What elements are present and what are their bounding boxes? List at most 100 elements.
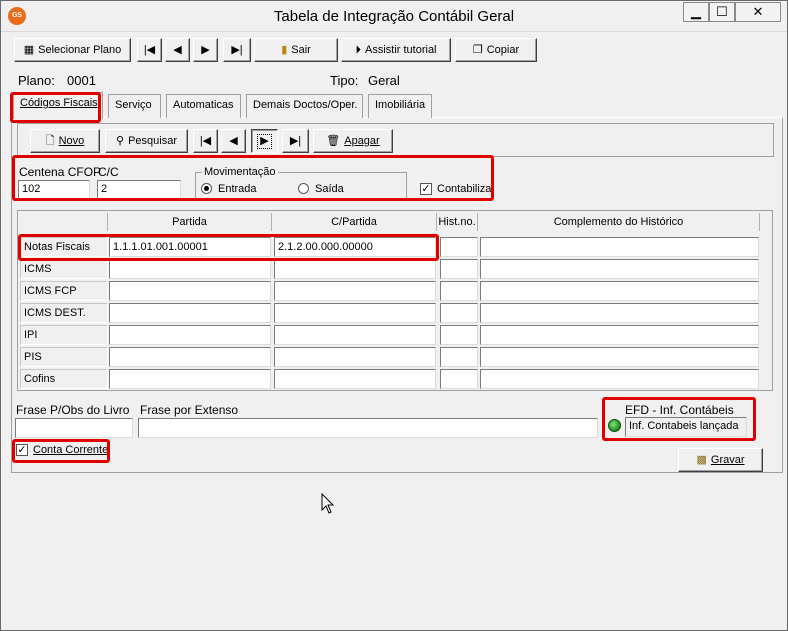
first-record-button[interactable]: |◀ bbox=[137, 38, 162, 62]
gravar-button[interactable]: ▩ Gravar bbox=[678, 448, 763, 472]
cell-cpartida[interactable] bbox=[274, 347, 436, 367]
first-icon: |◀ bbox=[143, 43, 156, 56]
frase-obs-input[interactable] bbox=[15, 418, 133, 438]
cell-hist[interactable] bbox=[440, 369, 478, 389]
efd-status-field: Inf. Contabeis lançada bbox=[625, 417, 747, 437]
pesquisar-label: Pesquisar bbox=[128, 135, 177, 147]
cell-hist[interactable] bbox=[440, 303, 478, 323]
last-icon: ▶| bbox=[231, 43, 243, 56]
next-icon: ▶ bbox=[257, 133, 272, 149]
row-label-icms-fcp: ICMS FCP bbox=[20, 281, 108, 301]
apagar-button[interactable]: 🗑 Apagar bbox=[313, 129, 393, 153]
copiar-button[interactable]: ❐ Copiar bbox=[455, 38, 537, 62]
new-document-icon: 🗋 bbox=[45, 134, 55, 147]
tab-servico[interactable]: Serviço bbox=[108, 94, 161, 118]
last-record-button[interactable]: ▶| bbox=[223, 38, 251, 62]
selecionar-plano-button[interactable]: ▦ Selecionar Plano bbox=[14, 38, 131, 62]
cell-complemento[interactable] bbox=[480, 347, 759, 367]
row-label-icms: ICMS bbox=[20, 259, 108, 279]
record-first-button[interactable]: |◀ bbox=[193, 129, 218, 153]
entrada-label: Entrada bbox=[218, 183, 257, 195]
gravar-label: Gravar bbox=[710, 454, 745, 466]
cell-complemento[interactable] bbox=[480, 259, 759, 279]
exit-door-icon: ▮ bbox=[281, 43, 288, 56]
col-header-partida: Partida bbox=[108, 213, 272, 231]
trash-icon: 🗑 bbox=[326, 134, 341, 147]
cell-partida[interactable] bbox=[109, 259, 271, 279]
select-plan-icon: ▦ bbox=[23, 43, 35, 56]
tab-demais-doctos[interactable]: Demais Doctos/Oper. bbox=[246, 94, 363, 118]
cell-partida[interactable] bbox=[109, 347, 271, 367]
frase-obs-label: Frase P/Obs do Livro bbox=[16, 403, 130, 417]
cell-partida[interactable] bbox=[109, 325, 271, 345]
tipo-label: Tipo: bbox=[330, 73, 359, 88]
novo-button[interactable]: 🗋 Novo bbox=[30, 129, 100, 153]
play-icon: ⏵ bbox=[355, 43, 361, 56]
cell-cpartida[interactable] bbox=[274, 369, 436, 389]
cell-complemento[interactable] bbox=[480, 325, 759, 345]
movimentacao-label: Movimentação bbox=[202, 166, 278, 178]
cell-hist[interactable] bbox=[440, 325, 478, 345]
sair-button[interactable]: ▮ Sair bbox=[254, 38, 338, 62]
efd-status-light-icon bbox=[608, 419, 621, 432]
conta-corrente-checkbox[interactable]: ✓ bbox=[16, 444, 28, 456]
cell-complemento[interactable] bbox=[480, 303, 759, 323]
novo-label: Novo bbox=[58, 135, 85, 147]
cell-cpartida[interactable] bbox=[274, 325, 436, 345]
cell-complemento[interactable] bbox=[480, 237, 759, 257]
prev-record-button[interactable]: ◀ bbox=[165, 38, 190, 62]
col-header-complemento: Complemento do Histórico bbox=[478, 213, 760, 231]
saida-radio[interactable] bbox=[298, 183, 309, 194]
window-title: Tabela de Integração Contábil Geral bbox=[273, 8, 515, 25]
maximize-button[interactable]: ☐ bbox=[709, 2, 735, 22]
first-icon: |◀ bbox=[199, 134, 212, 147]
contabiliza-label: Contabiliza bbox=[437, 183, 492, 195]
cell-partida[interactable] bbox=[109, 303, 271, 323]
conta-corrente-label: Conta Corrente bbox=[33, 444, 109, 456]
cell-partida[interactable]: 1.1.1.01.001.00001 bbox=[109, 237, 271, 257]
tab-codigos-fiscais[interactable]: Códigos Fiscais bbox=[13, 92, 103, 119]
pesquisar-button[interactable]: ⚲ Pesquisar bbox=[105, 129, 188, 153]
frase-extenso-input[interactable] bbox=[138, 418, 598, 438]
assistir-tutorial-button[interactable]: ⏵ Assistir tutorial bbox=[341, 38, 451, 62]
copiar-label: Copiar bbox=[486, 44, 520, 56]
col-header-hist: Hist.no. bbox=[437, 213, 478, 231]
next-record-button[interactable]: ▶ bbox=[193, 38, 218, 62]
row-label-notas-fiscais: Notas Fiscais bbox=[20, 237, 108, 257]
cell-complemento[interactable] bbox=[480, 281, 759, 301]
frase-extenso-label: Frase por Extenso bbox=[140, 403, 239, 417]
cell-complemento[interactable] bbox=[480, 369, 759, 389]
row-label-pis: PIS bbox=[20, 347, 108, 367]
close-button[interactable]: ✕ bbox=[735, 2, 781, 22]
cell-hist[interactable] bbox=[440, 259, 478, 279]
apagar-label: Apagar bbox=[344, 135, 380, 147]
tab-automaticas[interactable]: Automaticas bbox=[166, 94, 241, 118]
centena-cfop-input[interactable]: 102 bbox=[18, 180, 90, 200]
cell-hist[interactable] bbox=[440, 281, 478, 301]
cell-cpartida[interactable] bbox=[274, 303, 436, 323]
cell-cpartida[interactable] bbox=[274, 281, 436, 301]
binoculars-icon: ⚲ bbox=[116, 134, 125, 147]
saida-label: Saída bbox=[315, 183, 344, 195]
minimize-button[interactable]: ▁ bbox=[683, 2, 709, 22]
cc-input[interactable]: 2 bbox=[97, 180, 181, 200]
mouse-cursor-icon bbox=[321, 493, 335, 514]
main-window: GS Tabela de Integração Contábil Geral ▁… bbox=[0, 0, 788, 631]
cell-hist[interactable] bbox=[440, 237, 478, 257]
plano-label: Plano: bbox=[18, 73, 55, 88]
tab-imobiliaria[interactable]: Imobiliária bbox=[368, 94, 432, 118]
cell-cpartida[interactable] bbox=[274, 259, 436, 279]
cell-hist[interactable] bbox=[440, 347, 478, 367]
record-next-button[interactable]: ▶ bbox=[251, 129, 278, 153]
cell-partida[interactable] bbox=[109, 369, 271, 389]
entrada-radio[interactable] bbox=[201, 183, 212, 194]
record-prev-button[interactable]: ◀ bbox=[221, 129, 246, 153]
cc-label: C/C bbox=[98, 165, 119, 179]
grid-header-corner bbox=[20, 213, 108, 231]
record-last-button[interactable]: ▶| bbox=[282, 129, 309, 153]
cell-partida[interactable] bbox=[109, 281, 271, 301]
col-header-cpartida: C/Partida bbox=[272, 213, 437, 231]
cell-cpartida[interactable]: 2.1.2.00.000.00000 bbox=[274, 237, 436, 257]
contabiliza-checkbox[interactable]: ✓ bbox=[420, 183, 432, 195]
efd-label: EFD - Inf. Contábeis bbox=[625, 403, 734, 417]
